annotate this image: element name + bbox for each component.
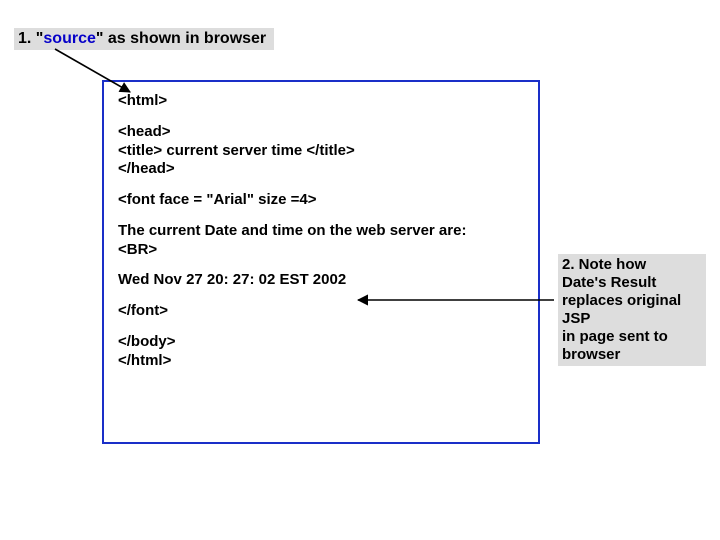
code-line: The current Date and time on the web ser… — [118, 222, 524, 241]
code-line: </font> — [118, 302, 524, 321]
note-line: Date's Result — [562, 274, 656, 291]
code-line-date: Wed Nov 27 20: 27: 02 EST 2002 — [118, 271, 524, 290]
note-line: replaces original — [562, 292, 681, 309]
note-line: browser — [562, 346, 620, 363]
note-line: JSP — [562, 310, 590, 327]
code-line: </html> — [118, 352, 524, 371]
heading-rest: as shown in browser — [103, 30, 266, 47]
code-line: </head> — [118, 160, 524, 179]
code-line: <head> — [118, 123, 524, 142]
code-line: </body> — [118, 333, 524, 352]
note-line: in page sent to — [562, 328, 668, 345]
annotation-note: 2. Note how Date's Result replaces origi… — [558, 254, 706, 366]
code-line: <title> current server time </title> — [118, 142, 524, 161]
heading-source-word: source — [43, 30, 95, 47]
source-code-box: <html> <head> <title> current server tim… — [102, 80, 540, 444]
code-line: <BR> — [118, 241, 524, 260]
note-line: 2. Note how — [562, 256, 646, 273]
heading-number: 1. — [18, 30, 31, 47]
code-line: <html> — [118, 92, 524, 111]
code-line: <font face = "Arial" size =4> — [118, 191, 524, 210]
heading-caption: 1. "source" as shown in browser — [14, 28, 274, 50]
